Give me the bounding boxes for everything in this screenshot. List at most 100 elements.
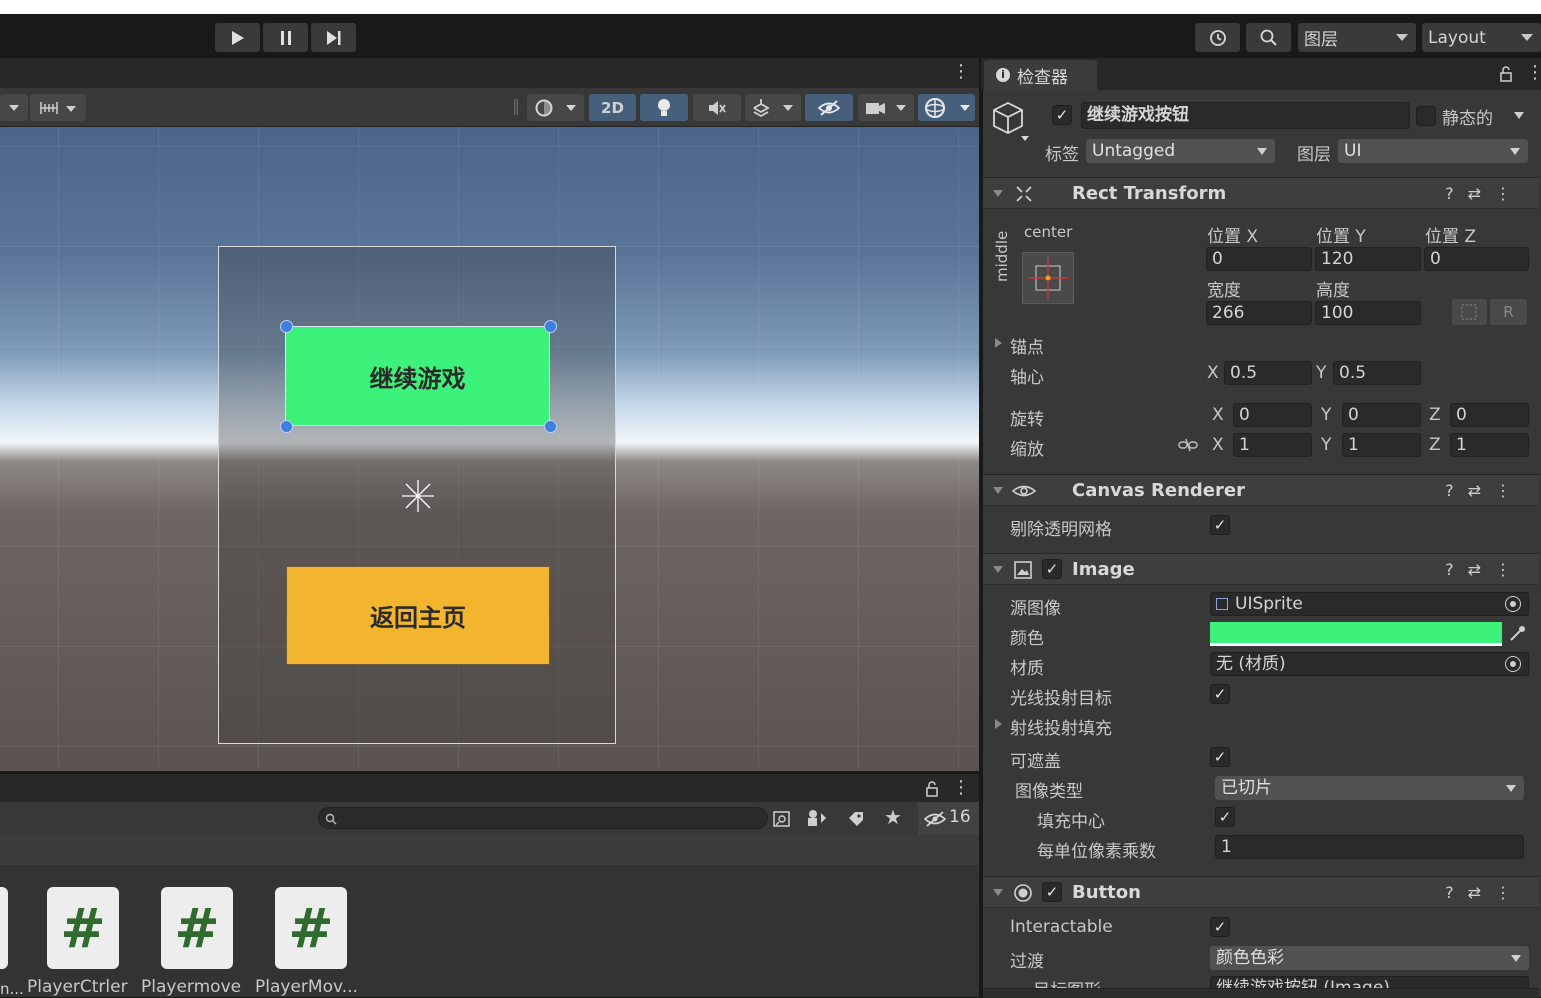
file-item[interactable]: # PlayerMov...	[255, 887, 367, 997]
ppu-multiplier-field[interactable]: 1	[1215, 835, 1524, 859]
component-actions[interactable]: ?⇄⋮	[1445, 184, 1525, 203]
scale-z-field[interactable]: 1	[1450, 433, 1529, 457]
search-by-type-icon[interactable]	[772, 810, 792, 828]
more-options-icon[interactable]: ⋮	[1526, 62, 1541, 83]
raycast-padding-label[interactable]: 射线投射填充	[1010, 714, 1112, 739]
layer-dropdown[interactable]: UI	[1338, 139, 1528, 163]
scene-viewport[interactable]: 继续游戏 返回主页	[0, 127, 979, 771]
file-item[interactable]: # Playermove	[141, 887, 253, 997]
gizmos-button[interactable]	[918, 94, 975, 121]
button-enabled-checkbox[interactable]: ✓	[1042, 882, 1062, 902]
file-icon-partial[interactable]	[0, 887, 8, 969]
fill-center-checkbox[interactable]: ✓	[1215, 807, 1235, 827]
image-enabled-checkbox[interactable]: ✓	[1042, 559, 1062, 579]
project-search-input[interactable]	[318, 807, 768, 829]
component-actions[interactable]: ?⇄⋮	[1445, 481, 1525, 500]
search-icon	[325, 813, 337, 825]
pivot-x-field[interactable]: 0.5	[1224, 361, 1312, 385]
source-image-field[interactable]: UISprite	[1210, 592, 1529, 616]
label-tag-icon[interactable]	[846, 809, 866, 827]
lock-icon[interactable]	[925, 781, 939, 797]
more-options-icon[interactable]: ⋮	[952, 61, 970, 82]
play-button[interactable]	[215, 23, 260, 52]
button-header[interactable]: ✓ Button ?⇄⋮	[983, 876, 1539, 908]
file-name: PlayerMov...	[255, 977, 358, 997]
more-options-icon[interactable]: ⋮	[952, 777, 970, 798]
anchors-label[interactable]: 锚点	[1010, 333, 1044, 358]
hidden-packages-toggle[interactable]: 16	[918, 802, 979, 835]
raycast-target-checkbox[interactable]: ✓	[1210, 684, 1230, 704]
search-button[interactable]	[1246, 23, 1291, 52]
shading-mode-button[interactable]	[527, 94, 584, 121]
anchor-presets-button[interactable]	[1022, 252, 1074, 304]
lighting-toggle[interactable]	[640, 94, 688, 121]
scale-x-field[interactable]: 1	[1233, 433, 1312, 457]
raw-edit-button[interactable]: R	[1490, 299, 1527, 325]
resize-handle[interactable]	[280, 420, 293, 433]
rot-y-field[interactable]: 0	[1342, 403, 1421, 427]
color-swatch[interactable]	[1210, 622, 1502, 646]
image-header[interactable]: ✓ Image ?⇄⋮	[983, 553, 1539, 585]
transition-dropdown[interactable]: 颜色色彩	[1210, 946, 1529, 970]
expand-triangle-icon[interactable]	[995, 338, 1002, 348]
height-field[interactable]: 100	[1315, 301, 1421, 325]
chevron-down-icon[interactable]	[1514, 112, 1524, 119]
audio-toggle[interactable]	[693, 94, 741, 121]
object-picker-icon[interactable]	[1505, 656, 1521, 672]
mode-2d-toggle[interactable]: 2D	[589, 94, 636, 121]
component-actions[interactable]: ?⇄⋮	[1445, 883, 1525, 902]
cull-transparent-checkbox[interactable]: ✓	[1210, 515, 1230, 535]
interactable-checkbox[interactable]: ✓	[1210, 917, 1230, 937]
lock-icon[interactable]	[1499, 66, 1513, 82]
continue-game-button[interactable]: 继续游戏	[285, 326, 550, 426]
resize-handle[interactable]	[544, 320, 557, 333]
canvas-pivot-icon	[402, 480, 434, 512]
hidden-objects-toggle[interactable]	[805, 94, 853, 121]
active-checkbox[interactable]: ✓	[1052, 105, 1072, 125]
layout-dropdown[interactable]: Layout	[1422, 23, 1541, 52]
material-field[interactable]: 无 (材质)	[1210, 652, 1529, 676]
pivot-y-field[interactable]: 0.5	[1333, 361, 1421, 385]
resize-handle[interactable]	[544, 420, 557, 433]
pos-x-field[interactable]: 0	[1206, 247, 1312, 271]
filter-by-type-icon[interactable]	[806, 808, 828, 828]
blueprint-mode-button[interactable]	[1452, 299, 1487, 325]
pause-button[interactable]	[263, 23, 308, 52]
link-broken-icon[interactable]	[1178, 437, 1198, 453]
chevron-down-icon	[1257, 148, 1267, 155]
grid-line	[958, 127, 959, 771]
file-item[interactable]: # PlayerCtrler	[27, 887, 139, 997]
rot-x-field[interactable]: 0	[1233, 403, 1312, 427]
scene-dropdown-left[interactable]	[0, 94, 28, 121]
object-name-field[interactable]: 继续游戏按钮	[1081, 102, 1410, 129]
rot-z-field[interactable]: 0	[1450, 403, 1529, 427]
eyedropper-icon[interactable]	[1507, 624, 1527, 644]
camera-settings-button[interactable]	[858, 94, 914, 121]
layers-dropdown[interactable]: 图层	[1298, 23, 1416, 52]
favorite-star-icon[interactable]: ★	[884, 805, 902, 829]
grid-snap-button[interactable]	[30, 94, 86, 121]
blueprint-icon	[1461, 304, 1477, 320]
width-field[interactable]: 266	[1206, 301, 1312, 325]
tab-inspector[interactable]: i 检查器	[984, 60, 1097, 90]
project-file-grid: n... # PlayerCtrler # Playermove # Playe…	[0, 865, 979, 998]
expand-triangle-icon[interactable]	[995, 719, 1002, 729]
history-button[interactable]	[1195, 23, 1240, 52]
step-button[interactable]	[311, 23, 356, 52]
object-picker-icon[interactable]	[1505, 596, 1521, 612]
tag-dropdown[interactable]: Untagged	[1086, 139, 1275, 163]
scale-y-field[interactable]: 1	[1342, 433, 1421, 457]
static-checkbox[interactable]	[1416, 106, 1436, 126]
maskable-checkbox[interactable]: ✓	[1210, 747, 1230, 767]
component-actions[interactable]: ?⇄⋮	[1445, 560, 1525, 579]
anchor-v-label: middle	[993, 230, 1011, 282]
image-type-dropdown[interactable]: 已切片	[1215, 776, 1524, 800]
rect-transform-header[interactable]: Rect Transform ?⇄⋮	[983, 177, 1539, 209]
canvas-renderer-header[interactable]: Canvas Renderer ?⇄⋮	[983, 474, 1539, 506]
play-icon	[231, 30, 244, 45]
pos-y-field[interactable]: 120	[1315, 247, 1421, 271]
return-home-button[interactable]: 返回主页	[286, 566, 550, 665]
effects-toggle[interactable]	[745, 94, 801, 121]
pos-z-field[interactable]: 0	[1424, 247, 1529, 271]
resize-handle[interactable]	[280, 320, 293, 333]
